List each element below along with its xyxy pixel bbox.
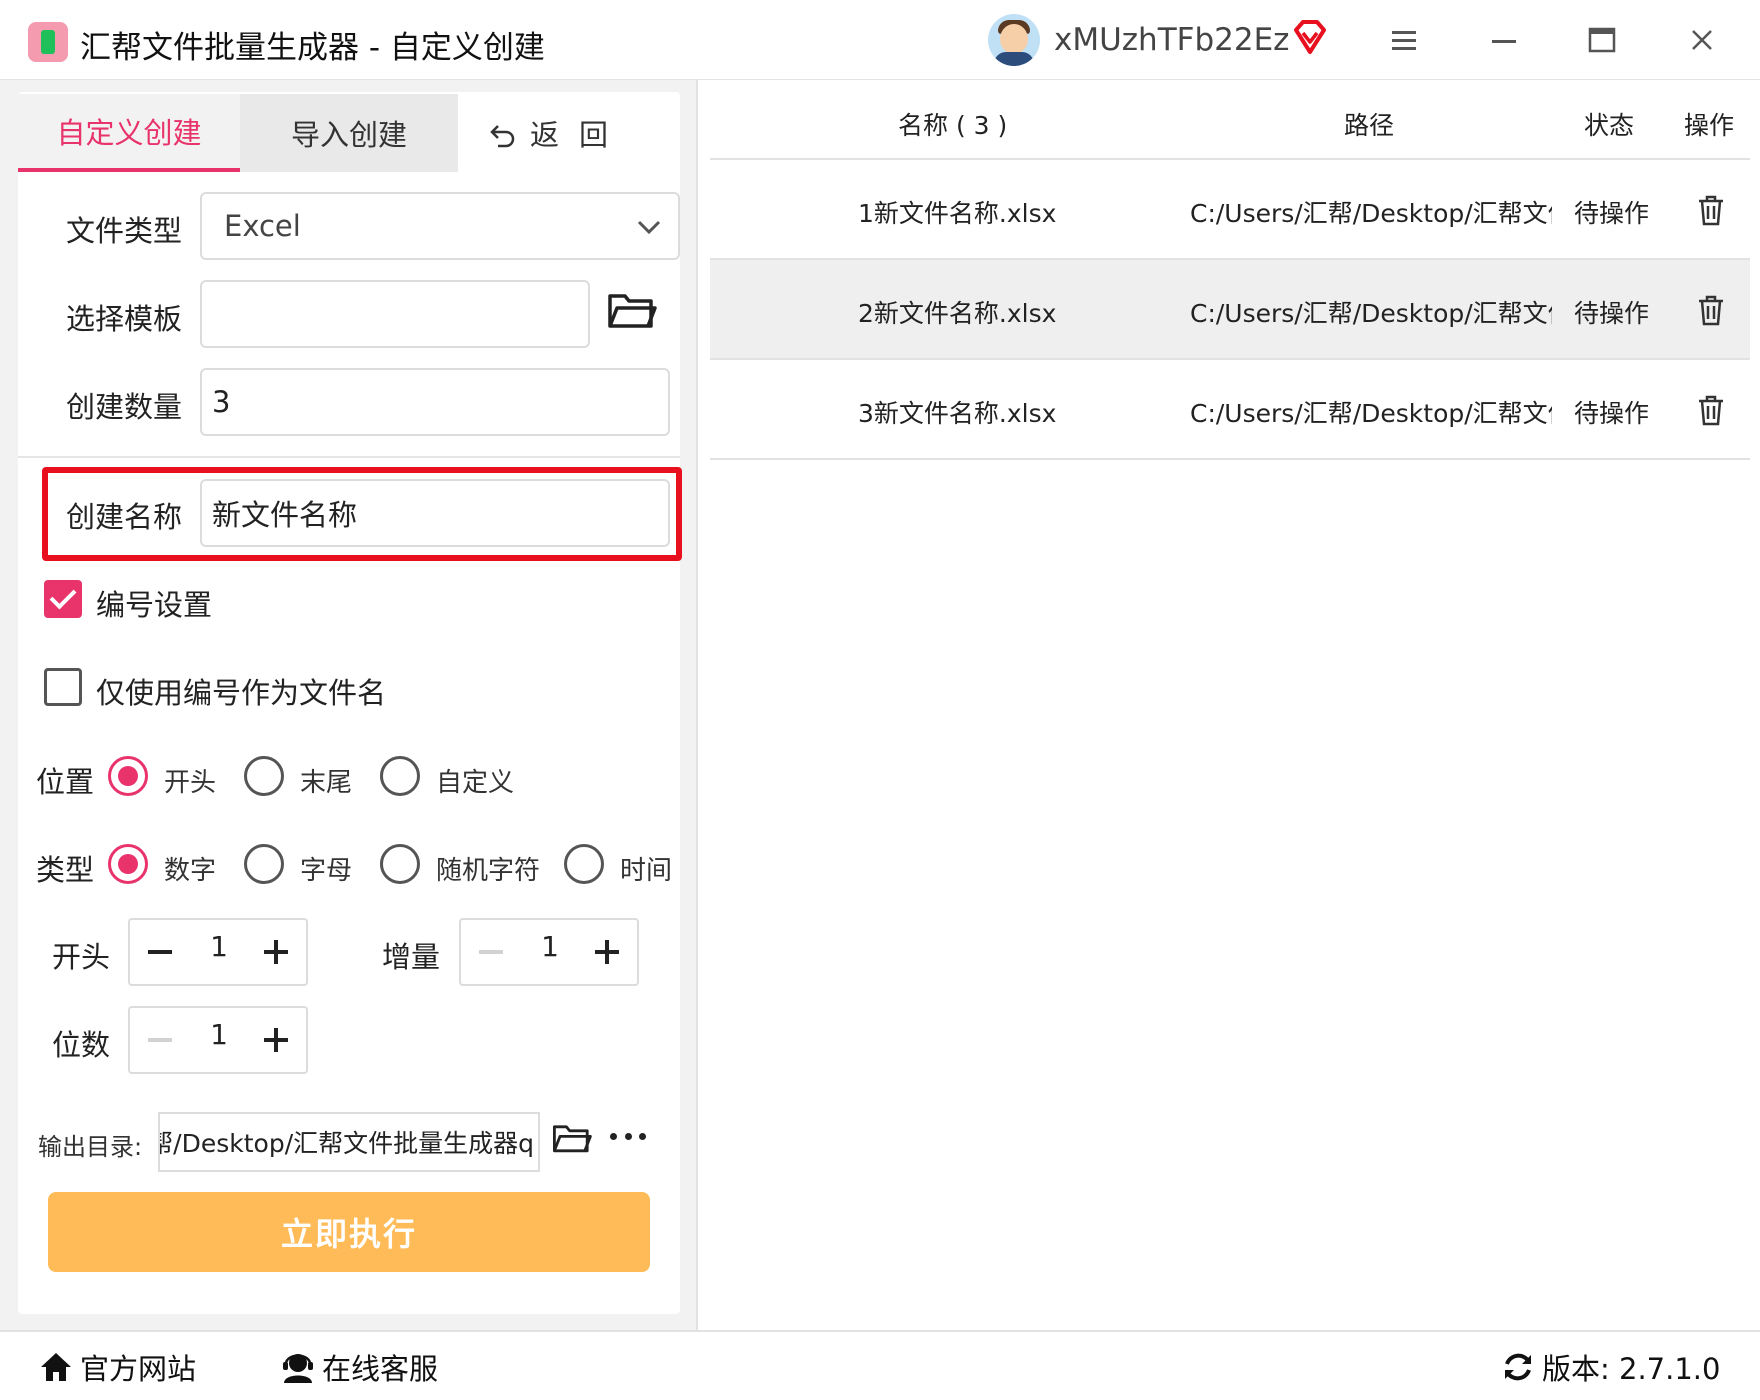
file-name-cell: 1新文件名称.xlsx: [858, 199, 1057, 228]
more-icon[interactable]: [610, 1126, 646, 1146]
tab-import-create[interactable]: 导入创建: [240, 94, 458, 172]
numbering-checkbox[interactable]: [44, 580, 82, 618]
column-header-name: 名称 ( 3 ): [898, 111, 1008, 140]
minimize-icon[interactable]: [1480, 16, 1528, 64]
minus-icon[interactable]: [148, 950, 172, 954]
refresh-icon: [1505, 1353, 1531, 1381]
file-path-cell: C:/Users/汇帮/Desktop/汇帮文件: [1190, 199, 1552, 228]
position-option-start: 开头: [164, 768, 217, 798]
close-icon[interactable]: [1678, 16, 1726, 64]
back-label: 返回: [530, 118, 629, 152]
start-value[interactable]: 1: [190, 930, 248, 963]
type-option-number: 数字: [164, 856, 217, 886]
file-type-value: Excel: [224, 209, 301, 243]
window-title: 汇帮文件批量生成器 - 自定义创建: [80, 30, 545, 66]
username[interactable]: xMUzhTFb22Ez: [1054, 22, 1289, 58]
support-label: 在线客服: [322, 1352, 439, 1386]
start-stepper: 1: [128, 918, 308, 986]
file-path-cell: C:/Users/汇帮/Desktop/汇帮文件: [1190, 299, 1552, 328]
file-status-cell: 待操作: [1574, 199, 1650, 228]
file-status-cell: 待操作: [1574, 299, 1650, 328]
numbering-label: 编号设置: [96, 588, 213, 622]
plus-icon[interactable]: [264, 1028, 288, 1052]
file-type-label: 文件类型: [66, 214, 183, 248]
tab-custom-create[interactable]: 自定义创建: [18, 94, 240, 172]
name-label: 创建名称: [66, 500, 183, 534]
website-link[interactable]: 官方网站: [38, 1346, 196, 1388]
plus-icon[interactable]: [264, 940, 288, 964]
increment-value[interactable]: 1: [521, 930, 579, 963]
home-icon: [41, 1353, 71, 1381]
output-dir-input[interactable]: 帮/Desktop/汇帮文件批量生成器q: [158, 1112, 540, 1172]
count-label: 创建数量: [66, 390, 183, 424]
app-icon: [28, 22, 68, 62]
file-name-cell: 3新文件名称.xlsx: [858, 399, 1057, 428]
version-label: 版本: 2.7.1.0: [1542, 1352, 1721, 1386]
folder-icon[interactable]: [607, 288, 657, 332]
file-name-cell: 2新文件名称.xlsx: [858, 299, 1057, 328]
table-row[interactable]: 3新文件名称.xlsx C:/Users/汇帮/Desktop/汇帮文件 待操作: [710, 360, 1750, 460]
file-path-cell: C:/Users/汇帮/Desktop/汇帮文件: [1190, 399, 1552, 428]
table-row[interactable]: 2新文件名称.xlsx C:/Users/汇帮/Desktop/汇帮文件 待操作: [710, 260, 1750, 360]
name-input[interactable]: 新文件名称: [200, 479, 670, 547]
table-row[interactable]: 1新文件名称.xlsx C:/Users/汇帮/Desktop/汇帮文件 待操作: [710, 160, 1750, 260]
file-type-select[interactable]: Excel: [200, 192, 680, 260]
increment-label: 增量: [382, 940, 441, 974]
type-option-time: 时间: [620, 856, 673, 886]
position-option-end: 末尾: [300, 768, 353, 798]
website-label: 官方网站: [80, 1352, 197, 1386]
only-number-checkbox[interactable]: [44, 668, 82, 706]
template-label: 选择模板: [66, 302, 183, 336]
output-dir-value: 帮/Desktop/汇帮文件批量生成器q: [158, 1129, 534, 1158]
status-bar: 官方网站 在线客服 版本: 2.7.1.0: [0, 1330, 1760, 1400]
radio-position-end[interactable]: [244, 756, 284, 796]
start-label: 开头: [52, 940, 111, 974]
menu-icon[interactable]: [1380, 16, 1428, 64]
title-bar: 汇帮文件批量生成器 - 自定义创建 xMUzhTFb22Ez: [0, 0, 1760, 80]
output-label: 输出目录:: [38, 1133, 143, 1161]
increment-stepper: 1: [459, 918, 639, 986]
minus-icon[interactable]: [479, 950, 503, 954]
type-option-random: 随机字符: [436, 856, 541, 886]
radio-type-random[interactable]: [380, 844, 420, 884]
file-status-cell: 待操作: [1574, 399, 1650, 428]
back-button[interactable]: 返回: [488, 94, 628, 172]
position-option-custom: 自定义: [436, 768, 515, 798]
radio-position-start[interactable]: [108, 756, 148, 796]
version-info: 版本: 2.7.1.0: [1500, 1346, 1720, 1388]
type-option-letter: 字母: [300, 856, 353, 886]
trash-icon[interactable]: [1696, 194, 1726, 226]
minus-icon[interactable]: [148, 1038, 172, 1042]
column-header-action: 操作: [1684, 111, 1735, 140]
column-header-status: 状态: [1584, 111, 1635, 140]
radio-type-letter[interactable]: [244, 844, 284, 884]
digits-label: 位数: [52, 1028, 111, 1062]
plus-icon[interactable]: [595, 940, 619, 964]
radio-type-number[interactable]: [108, 844, 148, 884]
count-input[interactable]: 3: [200, 368, 670, 436]
execute-button[interactable]: 立即执行: [48, 1192, 650, 1272]
undo-icon: [490, 125, 515, 148]
only-number-label: 仅使用编号作为文件名: [96, 676, 387, 710]
radio-type-time[interactable]: [564, 844, 604, 884]
maximize-icon[interactable]: [1578, 16, 1626, 64]
headset-icon: [283, 1354, 313, 1383]
divider: [18, 456, 680, 458]
digits-value[interactable]: 1: [190, 1018, 248, 1051]
column-header-path: 路径: [1344, 111, 1395, 140]
folder-icon[interactable]: [552, 1120, 592, 1156]
digits-stepper: 1: [128, 1006, 308, 1074]
position-label: 位置: [36, 765, 95, 799]
avatar[interactable]: [988, 14, 1040, 66]
template-input[interactable]: [200, 280, 590, 348]
trash-icon[interactable]: [1696, 394, 1726, 426]
support-link[interactable]: 在线客服: [280, 1346, 438, 1388]
trash-icon[interactable]: [1696, 294, 1726, 326]
chevron-down-icon: [637, 220, 661, 235]
type-label: 类型: [36, 853, 95, 887]
radio-position-custom[interactable]: [380, 756, 420, 796]
diamond-icon[interactable]: [1290, 18, 1330, 58]
